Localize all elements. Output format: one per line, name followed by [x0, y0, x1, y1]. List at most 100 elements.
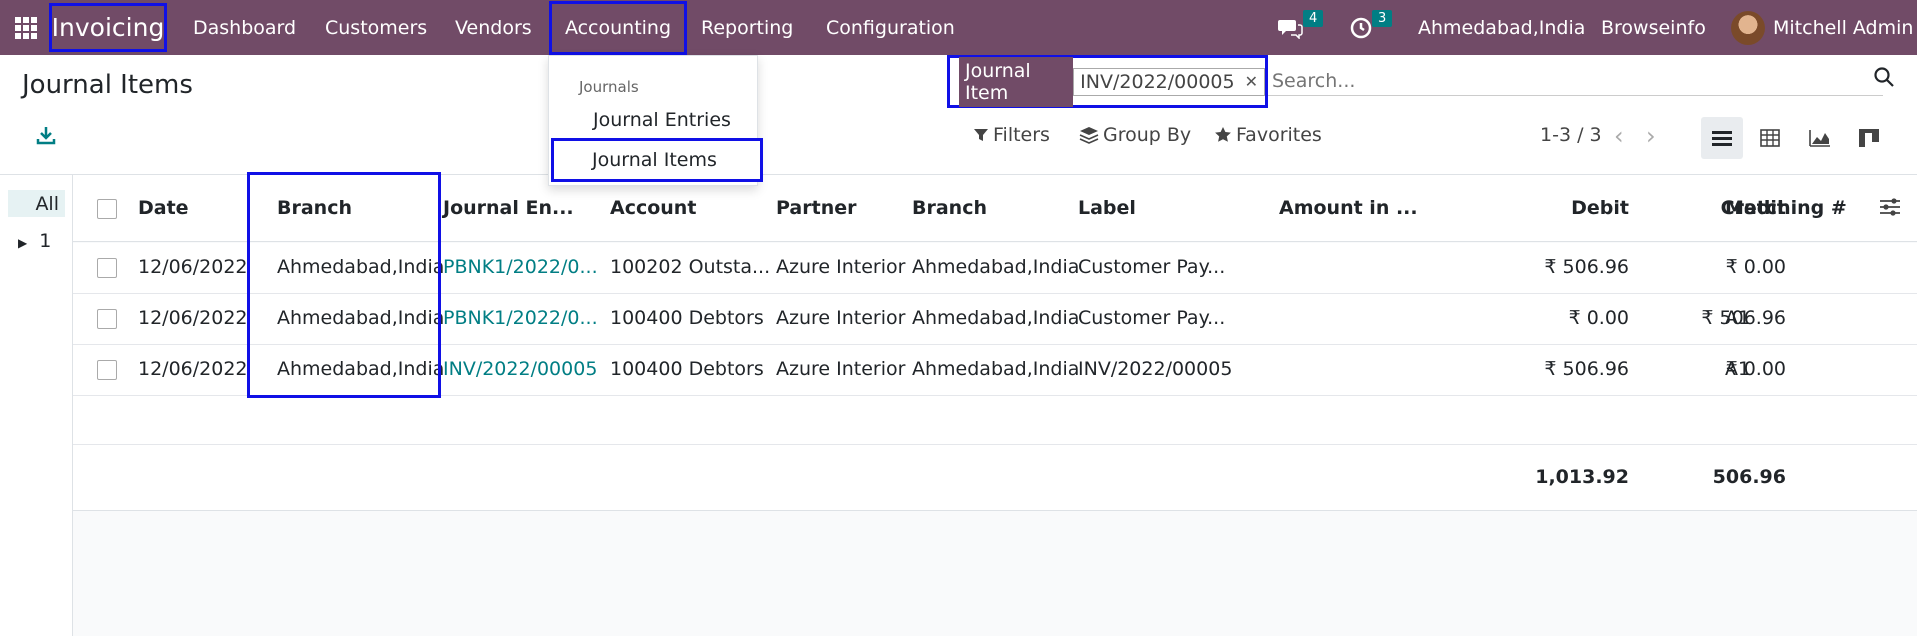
list-view: Date Branch Journal En... Account Partne…: [73, 175, 1917, 636]
cell-partner: Azure Interior: [776, 358, 906, 380]
row-checkbox[interactable]: [97, 258, 117, 278]
filters-label: Filters: [993, 124, 1050, 146]
table-header: Date Branch Journal En... Account Partne…: [73, 175, 1917, 242]
dropdown-item-journal-items[interactable]: Journal Items: [551, 138, 763, 182]
total-credit: 506.96: [1712, 466, 1786, 488]
pager-value[interactable]: 1-3 / 3: [1540, 124, 1602, 146]
kanban-view-button[interactable]: [1848, 117, 1890, 159]
cell-debit: ₹ 506.96: [1544, 358, 1629, 380]
user-menu[interactable]: Mitchell Admin: [1731, 0, 1913, 55]
column-partner[interactable]: Partner: [776, 197, 856, 219]
download-icon[interactable]: [36, 125, 56, 150]
app-brand[interactable]: Invoicing: [49, 3, 167, 52]
pager-previous-icon[interactable]: ‹: [1614, 122, 1624, 150]
list-view-button[interactable]: [1701, 117, 1743, 159]
cell-debit: ₹ 0.00: [1568, 307, 1629, 329]
cell-branch-2: Ahmedabad,India: [912, 307, 1080, 329]
column-account[interactable]: Account: [610, 197, 696, 219]
cell-account: 100202 Outsta...: [610, 256, 771, 278]
column-date[interactable]: Date: [138, 197, 189, 219]
favorites-label: Favorites: [1236, 124, 1322, 146]
favorites-button[interactable]: Favorites: [1214, 124, 1322, 146]
search-icon[interactable]: [1873, 66, 1895, 93]
remove-facet-icon[interactable]: ✕: [1245, 72, 1258, 91]
column-journal-entry[interactable]: Journal En...: [443, 197, 574, 219]
chat-icon: [1278, 19, 1303, 39]
dropdown-item-journal-entries[interactable]: Journal Entries: [593, 109, 731, 131]
column-matching[interactable]: Matching #: [1725, 197, 1847, 219]
cell-branch: Ahmedabad,India: [277, 307, 445, 329]
activities-button[interactable]: [1349, 0, 1373, 55]
menu-accounting[interactable]: Accounting: [549, 1, 687, 55]
row-checkbox[interactable]: [97, 309, 117, 329]
empty-row: [73, 396, 1917, 445]
cell-credit: ₹ 0.00: [1725, 256, 1786, 278]
table-view-icon: [1760, 129, 1780, 147]
messages-button[interactable]: [1277, 0, 1303, 55]
group-by-button[interactable]: Group By: [1079, 124, 1191, 146]
group-by-label: Group By: [1103, 124, 1192, 146]
cell-date: 12/06/2022: [138, 256, 248, 278]
top-navbar: Invoicing Dashboard Customers Vendors Ac…: [0, 0, 1917, 55]
column-debit[interactable]: Debit: [1571, 197, 1629, 219]
search-panel-item[interactable]: ▶ 1: [18, 230, 51, 252]
table-row[interactable]: 12/06/2022 Ahmedabad,India INV/2022/0000…: [73, 345, 1917, 396]
cell-journal-entry[interactable]: PBNK1/2022/0...: [443, 307, 598, 329]
graph-view-button[interactable]: [1799, 117, 1841, 159]
cell-partner: Azure Interior: [776, 256, 906, 278]
cell-label: Customer Pay...: [1078, 256, 1226, 278]
cell-journal-entry[interactable]: PBNK1/2022/0...: [443, 256, 598, 278]
search-input[interactable]: [1268, 66, 1883, 96]
facet-value-wrap: INV/2022/00005 ✕: [1073, 67, 1265, 96]
cell-journal-entry[interactable]: INV/2022/00005: [443, 358, 597, 380]
pivot-view-button[interactable]: [1749, 117, 1791, 159]
column-amount-currency[interactable]: Amount in ...: [1279, 197, 1418, 219]
facet-value: INV/2022/00005: [1080, 70, 1235, 93]
optional-columns-icon[interactable]: [1879, 197, 1901, 222]
company-switcher[interactable]: Browseinfo: [1601, 0, 1706, 55]
dropdown-header-journals: Journals: [579, 78, 639, 96]
menu-reporting[interactable]: Reporting: [701, 0, 793, 55]
star-icon: [1215, 127, 1231, 142]
total-debit: 1,013.92: [1535, 466, 1629, 488]
cell-label: INV/2022/00005: [1078, 358, 1233, 380]
cell-matching: A1: [1725, 358, 1751, 380]
pager-next-icon[interactable]: ›: [1646, 122, 1656, 150]
filter-icon: [974, 129, 988, 141]
table-row[interactable]: 12/06/2022 Ahmedabad,India PBNK1/2022/0.…: [73, 243, 1917, 294]
branch-switcher[interactable]: Ahmedabad,India: [1418, 0, 1585, 55]
menu-configuration[interactable]: Configuration: [826, 0, 955, 55]
cell-date: 12/06/2022: [138, 358, 248, 380]
facet-label: Journal Item: [959, 56, 1074, 107]
column-branch-2[interactable]: Branch: [912, 197, 987, 219]
area-chart-icon: [1809, 130, 1830, 147]
cell-branch: Ahmedabad,India: [277, 358, 445, 380]
menu-vendors[interactable]: Vendors: [455, 0, 532, 55]
filters-button[interactable]: Filters: [973, 124, 1050, 146]
cell-debit: ₹ 506.96: [1544, 256, 1629, 278]
column-branch[interactable]: Branch: [277, 197, 352, 219]
table-row[interactable]: 12/06/2022 Ahmedabad,India PBNK1/2022/0.…: [73, 294, 1917, 345]
page-title: Journal Items: [22, 70, 193, 100]
cell-branch-2: Ahmedabad,India: [912, 358, 1080, 380]
cell-date: 12/06/2022: [138, 307, 248, 329]
activities-badge: 3: [1372, 10, 1393, 27]
cell-branch-2: Ahmedabad,India: [912, 256, 1080, 278]
search-facet[interactable]: Journal Item INV/2022/00005 ✕: [947, 55, 1268, 108]
apps-menu-icon[interactable]: [15, 16, 37, 39]
user-name: Mitchell Admin: [1773, 16, 1914, 39]
search-panel-all[interactable]: All: [8, 190, 65, 217]
search-panel: All ▶ 1: [0, 175, 73, 636]
layers-icon: [1079, 127, 1099, 144]
menu-customers[interactable]: Customers: [325, 0, 427, 55]
select-all-checkbox[interactable]: [97, 199, 117, 219]
caret-right-icon: ▶: [18, 236, 28, 250]
kanban-icon: [1859, 129, 1879, 147]
column-label[interactable]: Label: [1078, 197, 1136, 219]
row-checkbox[interactable]: [97, 360, 117, 380]
clock-icon: [1350, 17, 1372, 38]
cell-label: Customer Pay...: [1078, 307, 1226, 329]
menu-dashboard[interactable]: Dashboard: [193, 0, 296, 55]
cell-branch: Ahmedabad,India: [277, 256, 445, 278]
cell-account: 100400 Debtors: [610, 358, 764, 380]
